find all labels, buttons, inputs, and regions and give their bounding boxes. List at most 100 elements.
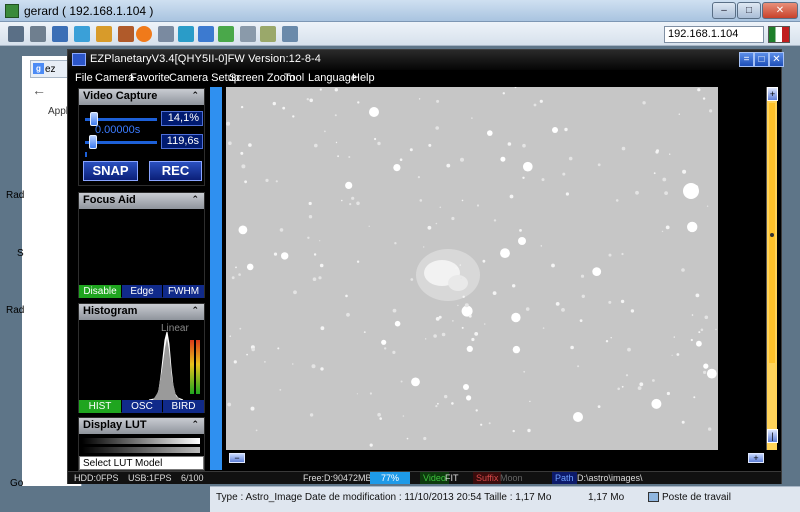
star [308, 215, 313, 219]
collapse-icon[interactable]: ⌃ [191, 194, 199, 205]
histogram-tab-bird[interactable]: BIRD [163, 400, 204, 413]
scroll-down-button[interactable]: | [767, 429, 778, 443]
image-canvas[interactable] [226, 87, 718, 450]
star [533, 103, 537, 107]
star [620, 299, 625, 304]
histogram-tab-osc[interactable]: OSC [122, 400, 162, 413]
menu-help[interactable]: Help [352, 72, 375, 84]
exposure-fine-track[interactable] [85, 152, 87, 157]
star [346, 312, 350, 317]
star [608, 253, 612, 257]
menu-file[interactable]: File [75, 72, 93, 84]
video-format[interactable]: FIT [445, 473, 459, 483]
exposure-slider-thumb[interactable] [89, 135, 97, 149]
star [229, 335, 231, 337]
menu-language[interactable]: Language [308, 72, 357, 84]
refresh-icon[interactable] [74, 26, 90, 42]
canvas-footer: − + [226, 450, 776, 472]
panel-scrollbar[interactable] [210, 87, 222, 470]
star [696, 340, 702, 347]
star [451, 402, 454, 405]
scroll-up-button[interactable]: + [767, 87, 778, 101]
gain-value[interactable]: 14,1% [161, 111, 203, 126]
desktop-label: Rad [6, 190, 25, 201]
star [687, 221, 698, 233]
star [251, 347, 255, 352]
display-icon[interactable] [198, 26, 214, 42]
star [693, 396, 696, 399]
save-path[interactable]: D:\astro\images\ [577, 473, 643, 483]
image-vertical-scrollbar[interactable]: + | [766, 87, 778, 450]
star [471, 337, 475, 342]
transfer-icon[interactable] [96, 26, 112, 42]
address-field[interactable]: 192.168.1.104 [664, 26, 764, 43]
tools-icon[interactable] [52, 26, 68, 42]
menu-tool[interactable]: Tool [284, 72, 304, 84]
histogram-tab-hist[interactable]: HIST [79, 400, 121, 413]
menu-camera[interactable]: Camera [95, 72, 134, 84]
display-lut-panel: Display LUT ⌃ Select LUT Model [78, 417, 205, 471]
star [656, 149, 659, 153]
histogram-header[interactable]: Histogram ⌃ [79, 304, 204, 320]
star [357, 101, 360, 104]
lut-model-select[interactable]: Select LUT Model [79, 456, 204, 470]
keyboard-icon[interactable] [30, 26, 46, 42]
disk-free: Free:D:90472MB [303, 473, 372, 483]
star [627, 347, 631, 352]
collapse-icon[interactable]: ⌃ [191, 305, 199, 316]
minimize-button[interactable]: – [712, 2, 736, 19]
suffix-value[interactable]: Moon [500, 473, 523, 483]
location-label: Poste de travail [662, 492, 731, 503]
star [522, 176, 525, 179]
exposure-value[interactable]: 119,6s [161, 134, 203, 149]
star [240, 105, 244, 109]
star [512, 345, 521, 354]
camera-icon[interactable] [158, 26, 174, 42]
focus-aid-header[interactable]: Focus Aid ⌃ [79, 193, 204, 209]
star [483, 323, 486, 325]
display-lut-header[interactable]: Display LUT ⌃ [79, 418, 204, 434]
app-maximize-button[interactable]: □ [754, 52, 769, 67]
maximize-button[interactable]: □ [737, 2, 761, 19]
info-icon[interactable] [282, 26, 298, 42]
video-capture-header[interactable]: Video Capture ⌃ [79, 89, 204, 105]
zoom-in-button[interactable]: + [748, 453, 764, 463]
close-button[interactable]: ✕ [762, 2, 798, 19]
options-icon[interactable] [240, 26, 256, 42]
back-arrow-icon[interactable]: ← [32, 82, 46, 98]
star [690, 338, 693, 342]
histogram-curve [148, 331, 184, 400]
collapse-icon[interactable]: ⌃ [191, 419, 199, 430]
star-field [226, 87, 718, 450]
focus-mode-disable[interactable]: Disable [79, 285, 121, 298]
focus-mode-edge[interactable]: Edge [122, 285, 162, 298]
star [282, 106, 286, 110]
rec-button[interactable]: REC [149, 161, 202, 181]
star [492, 291, 497, 295]
star [466, 395, 472, 401]
star [540, 245, 542, 247]
monitor-icon[interactable] [8, 26, 24, 42]
star [461, 326, 464, 329]
star [392, 350, 396, 354]
fullscreen-icon[interactable] [178, 26, 194, 42]
app-minimize-button[interactable]: = [739, 52, 754, 67]
star [393, 164, 401, 172]
focus-mode-fwhm[interactable]: FWHM [163, 285, 204, 298]
collapse-icon[interactable]: ⌃ [191, 90, 199, 101]
chat-icon[interactable] [118, 26, 134, 42]
alert-icon[interactable] [136, 26, 152, 42]
star [319, 88, 322, 91]
star [369, 392, 372, 395]
snap-button[interactable]: SNAP [83, 161, 138, 181]
star [428, 143, 432, 147]
remote-app-icon [5, 4, 19, 18]
app-close-button[interactable]: ✕ [769, 52, 784, 67]
scale-icon[interactable] [260, 26, 276, 42]
menu-favorite[interactable]: Favorite [130, 72, 170, 84]
star [423, 246, 425, 248]
zoom-out-button[interactable]: − [229, 453, 245, 463]
star [312, 277, 317, 281]
network-icon[interactable] [218, 26, 234, 42]
star [279, 228, 284, 232]
